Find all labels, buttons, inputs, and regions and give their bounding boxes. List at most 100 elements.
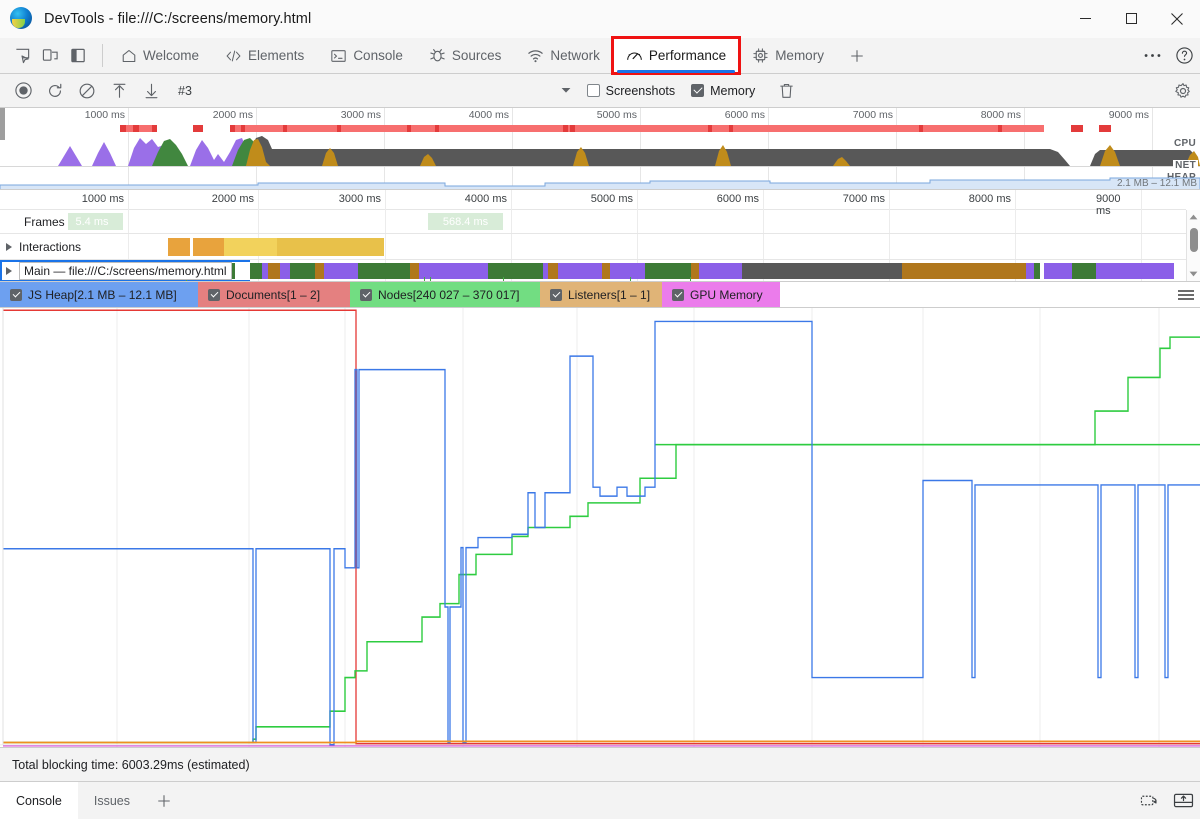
- chip-icon: [752, 47, 769, 64]
- memory-legend: JS Heap[2.1 MB – 12.1 MB] Documents[1 – …: [0, 282, 1200, 308]
- more-icon[interactable]: [1136, 40, 1168, 72]
- save-profile-button[interactable]: [136, 78, 166, 104]
- drawer-add-tab-button[interactable]: [146, 782, 182, 819]
- tab-performance[interactable]: Performance: [610, 36, 742, 75]
- tracks-tick: 7000 ms: [842, 193, 885, 205]
- overview-net-label: NET: [1173, 160, 1198, 171]
- record-button[interactable]: [8, 78, 38, 104]
- inspect-icon[interactable]: [8, 42, 36, 70]
- long-tasks-strip: [0, 125, 1200, 132]
- home-icon: [120, 47, 137, 64]
- series-documents: [3, 309, 1200, 745]
- title-bar: DevTools - file:///C:/screens/memory.htm…: [0, 0, 1200, 38]
- series-nodes: [3, 443, 1200, 744]
- expand-triangle-icon: [6, 267, 12, 275]
- tracks-scrollbar[interactable]: [1186, 210, 1200, 281]
- total-blocking-time: Total blocking time: 6003.29ms (estimate…: [12, 757, 250, 772]
- legend-label: Listeners[1 – 1]: [568, 287, 651, 302]
- track-label-frames: Frames: [24, 214, 65, 229]
- add-panel-button[interactable]: [837, 38, 877, 73]
- reload-record-button[interactable]: [40, 78, 70, 104]
- track-toggle-main[interactable]: Main — file:///C:/screens/memory.html: [0, 260, 232, 281]
- track-label-main: Main — file:///C:/screens/memory.html: [19, 262, 232, 280]
- tab-welcome[interactable]: Welcome: [107, 38, 212, 73]
- overview-ruler: 1000 ms 2000 ms 3000 ms 4000 ms 5000 ms …: [0, 108, 1200, 189]
- tracks-tick: 3000 ms: [338, 193, 381, 205]
- close-button[interactable]: [1154, 0, 1200, 38]
- trash-icon[interactable]: [771, 78, 801, 104]
- legend-chip-listeners[interactable]: Listeners[1 – 1]: [540, 282, 662, 307]
- clear-button[interactable]: [72, 78, 102, 104]
- legend-checkbox: [672, 288, 684, 301]
- performance-icon: [626, 47, 643, 64]
- dock-to-bottom-icon[interactable]: [1166, 782, 1200, 819]
- memory-chart-svg: [0, 308, 1200, 747]
- chevron-down-icon[interactable]: [1187, 267, 1200, 281]
- tab-bar-actions: [1131, 38, 1200, 73]
- legend-chip-nodes[interactable]: Nodes[240 027 – 370 017]: [350, 282, 540, 307]
- gear-icon[interactable]: [1166, 76, 1200, 106]
- legend-chip-gpu-memory[interactable]: GPU Memory: [662, 282, 780, 307]
- tab-network[interactable]: Network: [514, 38, 613, 73]
- bug-icon: [429, 47, 446, 64]
- recording-number[interactable]: #3: [178, 84, 192, 98]
- memory-counters-chart[interactable]: [0, 308, 1200, 747]
- minimize-button[interactable]: [1062, 0, 1108, 38]
- overview-tick: 4000 ms: [468, 109, 509, 121]
- overview-net-track: [0, 166, 1200, 177]
- dock-undock-icon[interactable]: [1132, 782, 1166, 819]
- memory-checkbox[interactable]: Memory: [691, 84, 755, 98]
- drawer-tab-issues[interactable]: Issues: [78, 782, 146, 819]
- tracks-tick: 8000 ms: [968, 193, 1011, 205]
- drawer-tab-bar: Console Issues: [0, 781, 1200, 819]
- overview-tick: 2000 ms: [212, 109, 253, 121]
- track-row-interactions[interactable]: Interactions: [0, 234, 1186, 260]
- frame-block-duration[interactable]: 568.4 ms: [428, 213, 503, 230]
- tab-label: Network: [550, 48, 600, 63]
- device-toolbar-icon[interactable]: [36, 42, 64, 70]
- chevron-up-icon[interactable]: [1187, 210, 1200, 224]
- tracks-tick: 5000 ms: [590, 193, 633, 205]
- overview-tick: 6000 ms: [724, 109, 765, 121]
- overview-tick: 8000 ms: [980, 109, 1021, 121]
- series-nodes-steps-right: [655, 336, 1200, 446]
- dock-side-icon[interactable]: [64, 42, 92, 70]
- edge-icon: [10, 6, 34, 31]
- legend-label: Nodes[240 027 – 370 017]: [378, 287, 520, 302]
- overview-tick: 7000 ms: [852, 109, 893, 121]
- timeline-tracks[interactable]: 1000 ms 2000 ms 3000 ms 4000 ms 5000 ms …: [0, 190, 1200, 282]
- drawer-tab-console[interactable]: Console: [0, 782, 78, 819]
- tab-label: Memory: [775, 48, 824, 63]
- screenshots-checkbox-box: [586, 84, 600, 97]
- legend-checkbox: [208, 288, 220, 301]
- maximize-button[interactable]: [1108, 0, 1154, 38]
- load-profile-button[interactable]: [104, 78, 134, 104]
- chevron-down-icon[interactable]: [557, 87, 575, 94]
- track-row-frames[interactable]: 5.4 ms 568.4 ms Frames: [0, 210, 1186, 234]
- tab-elements[interactable]: Elements: [212, 38, 317, 73]
- tracks-ruler: 1000 ms 2000 ms 3000 ms 4000 ms 5000 ms …: [0, 190, 1186, 281]
- legend-chip-js-heap[interactable]: JS Heap[2.1 MB – 12.1 MB]: [0, 282, 198, 307]
- tab-label: Console: [353, 48, 403, 63]
- drawer-tab-label: Console: [16, 793, 62, 808]
- chart-gridlines: [0, 308, 1200, 747]
- tab-label: Welcome: [143, 48, 200, 63]
- tab-console[interactable]: Console: [317, 38, 416, 73]
- code-icon: [225, 47, 242, 64]
- legend-checkbox: [360, 288, 372, 301]
- screenshots-checkbox[interactable]: Screenshots: [586, 84, 675, 98]
- timeline-overview[interactable]: 1000 ms 2000 ms 3000 ms 4000 ms 5000 ms …: [0, 108, 1200, 190]
- track-toggle-interactions[interactable]: Interactions: [0, 234, 81, 259]
- tabbar-divider: [102, 44, 103, 67]
- frame-block[interactable]: [118, 213, 123, 230]
- tab-sources[interactable]: Sources: [416, 38, 515, 73]
- frame-block-duration[interactable]: 5.4 ms: [68, 213, 116, 230]
- help-icon[interactable]: [1168, 40, 1200, 72]
- legend-label: Documents[1 – 2]: [226, 287, 321, 302]
- hamburger-icon[interactable]: [1178, 287, 1194, 303]
- tab-memory[interactable]: Memory: [739, 38, 837, 73]
- legend-checkbox: [10, 288, 22, 301]
- tracks-tick: 4000 ms: [464, 193, 507, 205]
- scrollbar-thumb[interactable]: [1190, 228, 1198, 252]
- legend-chip-documents[interactable]: Documents[1 – 2]: [198, 282, 350, 307]
